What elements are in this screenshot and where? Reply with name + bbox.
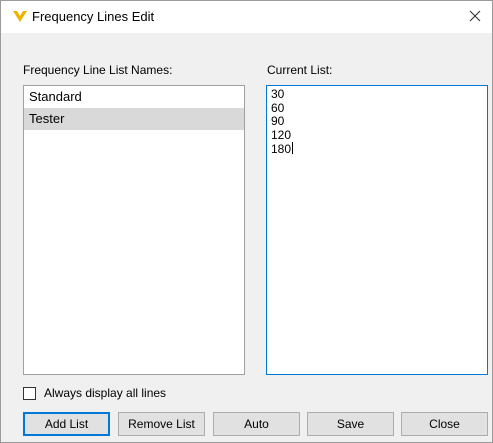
title-bar: Frequency Lines Edit — [1, 1, 492, 33]
list-item-label: Tester — [29, 111, 65, 126]
list-value-line: 120 — [271, 127, 292, 142]
list-value-line-last: 180 — [271, 142, 483, 157]
list-value-line: 30 — [271, 87, 285, 101]
add-list-button[interactable]: Add List — [23, 412, 110, 436]
save-button[interactable]: Save — [307, 412, 394, 436]
list-names-listbox[interactable]: Standard Tester — [23, 85, 245, 375]
always-display-label: Always display all lines — [44, 386, 167, 400]
list-item-label: Standard — [29, 89, 82, 104]
list-item-standard[interactable]: Standard — [24, 86, 244, 108]
always-display-option[interactable]: Always display all lines — [23, 385, 166, 401]
always-display-checkbox[interactable] — [23, 386, 36, 400]
auto-button[interactable]: Auto — [213, 412, 300, 436]
app-logo-icon — [12, 10, 28, 24]
list-item-tester[interactable]: Tester — [24, 108, 244, 130]
remove-list-button[interactable]: Remove List — [118, 412, 205, 436]
list-names-label: Frequency Line List Names: — [23, 63, 173, 77]
close-window-button[interactable] — [460, 1, 490, 33]
list-value-line: 90 — [271, 114, 285, 128]
list-value-line: 60 — [271, 100, 285, 115]
current-list-label: Current List: — [267, 63, 333, 77]
close-button[interactable]: Close — [401, 412, 488, 436]
close-icon — [469, 10, 481, 25]
list-value-text: 180 — [271, 142, 292, 156]
dialog-window: Frequency Lines Edit Frequency Line List… — [0, 0, 493, 443]
window-title: Frequency Lines Edit — [32, 9, 155, 24]
current-list-textarea[interactable]: 30 60 90 120 180 — [266, 85, 488, 375]
text-caret — [292, 142, 294, 154]
